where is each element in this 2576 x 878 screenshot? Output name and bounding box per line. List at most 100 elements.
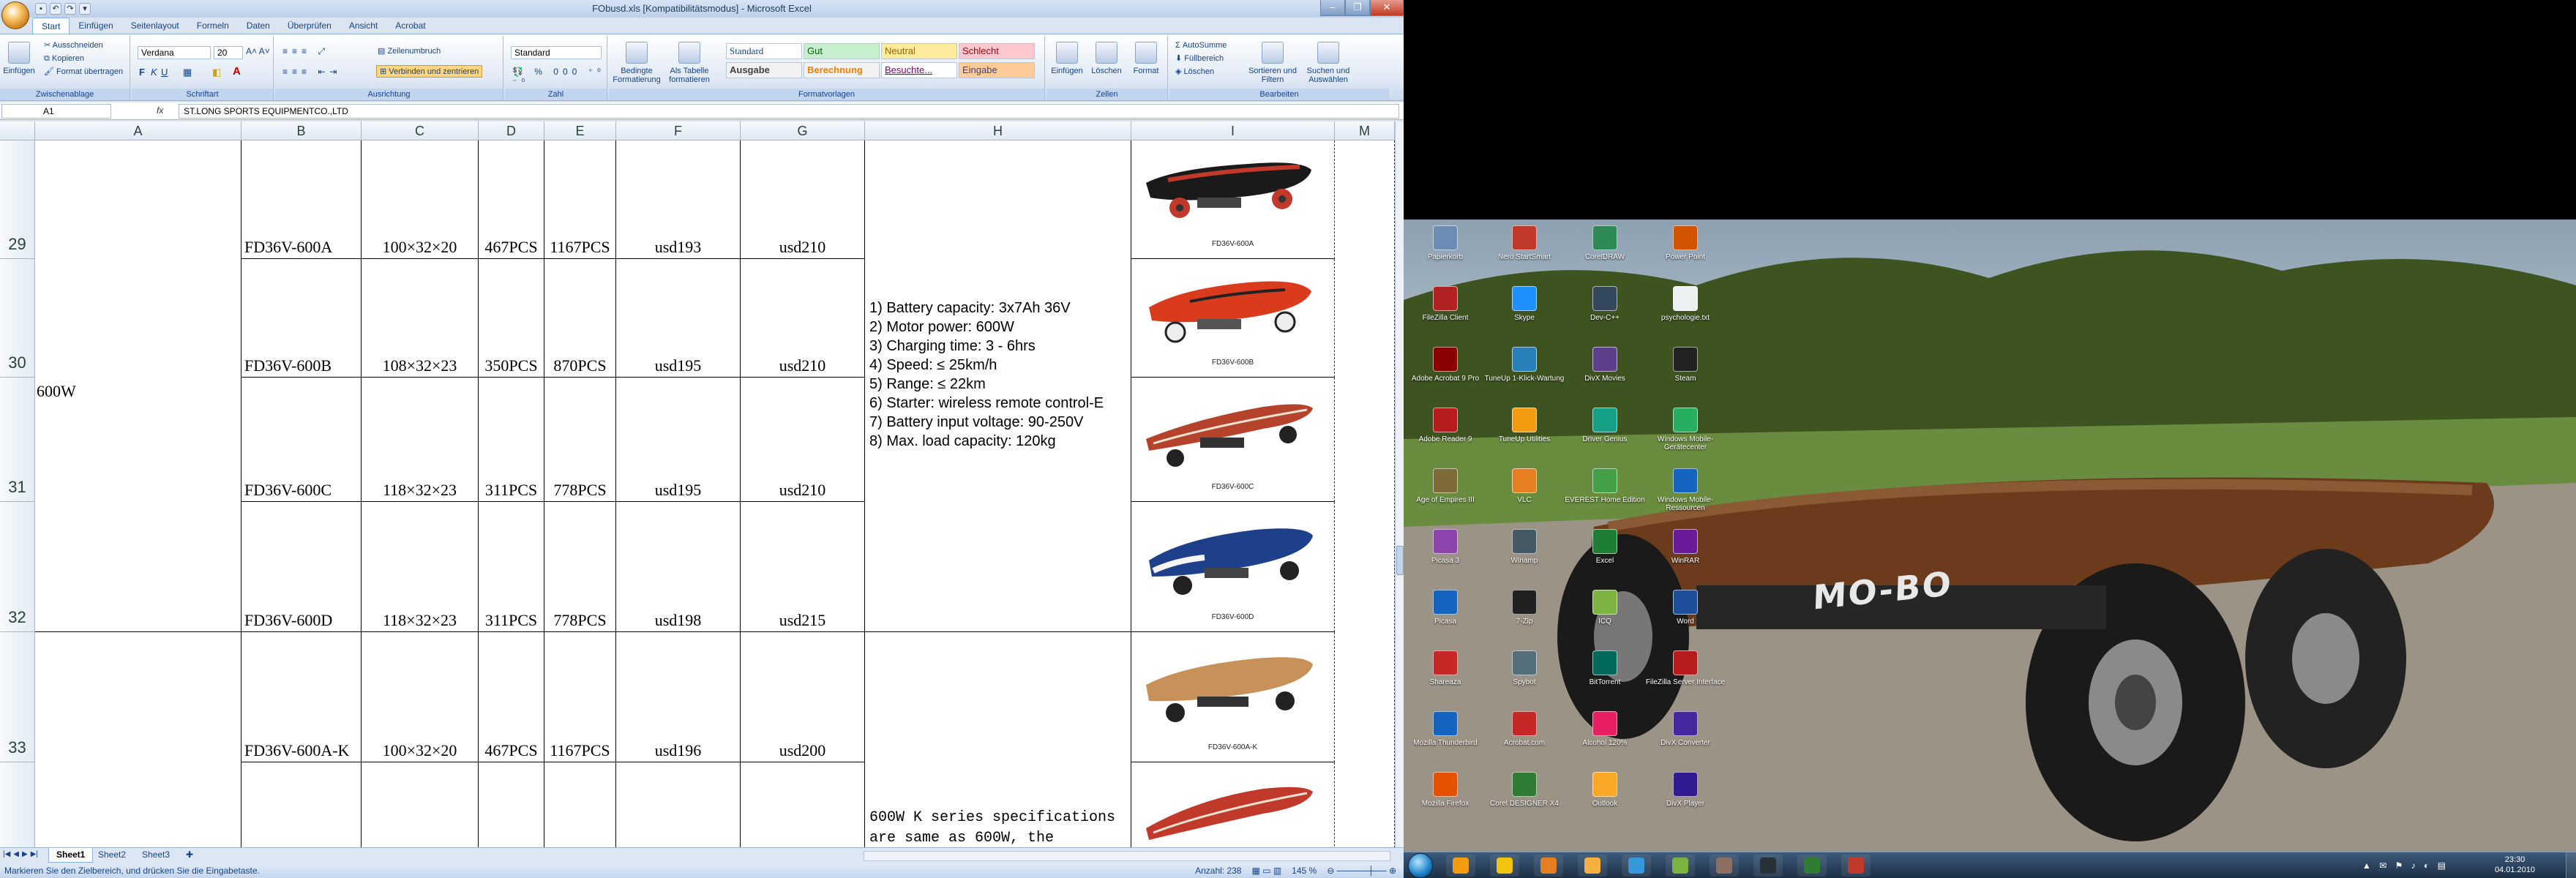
desktop-icon[interactable]: FileZilla Client: [1405, 286, 1486, 322]
cell-size[interactable]: 100×32×20: [362, 632, 479, 762]
cell-a-merged-600w-k[interactable]: [35, 632, 242, 847]
cell-model[interactable]: FD36V-600A-K: [242, 632, 362, 762]
cell-qty1[interactable]: 311PCS: [479, 502, 544, 632]
cell-price1[interactable]: usd196: [616, 632, 741, 762]
desktop-icon[interactable]: Steam: [1645, 347, 1726, 383]
vertical-scroll-thumb[interactable]: [1396, 546, 1404, 575]
zoom-level[interactable]: 145 %: [1292, 863, 1317, 878]
desktop-icon[interactable]: Winamp: [1484, 529, 1565, 565]
desktop-icon[interactable]: Power Point: [1645, 225, 1726, 261]
cell-qty2[interactable]: 778PCS: [544, 378, 616, 502]
tab-einfuegen[interactable]: Einfügen: [70, 18, 121, 34]
cell-size[interactable]: [362, 762, 479, 847]
find-select-button[interactable]: Suchen und Auswählen: [1301, 42, 1355, 84]
format-painter-button[interactable]: 🖌 Format übertragen: [41, 65, 123, 78]
minimize-button[interactable]: –: [1320, 0, 1345, 16]
desktop-icon[interactable]: FileZilla Server Interface: [1645, 650, 1726, 686]
horizontal-align-icons[interactable]: ≡≡≡ ⇤⇥: [282, 67, 341, 77]
row-header-29[interactable]: 29: [0, 140, 35, 259]
desktop-icon[interactable]: Adobe Reader 9: [1405, 408, 1486, 443]
skateboard-image-600a-k[interactable]: FD36V-600A-K: [1131, 632, 1335, 762]
cell-qty2[interactable]: 778PCS: [544, 502, 616, 632]
cell-qty2[interactable]: [544, 762, 616, 847]
show-desktop-button[interactable]: [2566, 852, 2576, 878]
tab-start[interactable]: Start: [32, 18, 70, 34]
cell-price1[interactable]: usd195: [616, 378, 741, 502]
fill-button[interactable]: ⬇ Füllbereich: [1172, 52, 1227, 65]
tray-icons[interactable]: ▲ ✉ ⚑ ♪ ◐ ▤: [2362, 860, 2449, 871]
clock[interactable]: 23:30 04.01.2010: [2495, 855, 2535, 875]
desktop-icon[interactable]: WinRAR: [1645, 529, 1726, 565]
cell-qty1[interactable]: [479, 762, 544, 847]
wrap-text-button[interactable]: ▤ Zeilenumbruch: [378, 46, 441, 56]
taskbar-app[interactable]: [1490, 855, 1519, 877]
desktop-icon[interactable]: Picasa 3: [1405, 529, 1486, 565]
fill-color-icon[interactable]: ◧: [212, 67, 221, 78]
sheet-tab-1[interactable]: Sheet1: [48, 848, 94, 863]
sort-filter-button[interactable]: Sortieren und Filtern: [1246, 42, 1300, 84]
desktop-icon[interactable]: Shareaza: [1405, 650, 1486, 686]
cell-a-merged-600w[interactable]: 600W: [35, 140, 242, 632]
skateboard-image-partial[interactable]: [1131, 762, 1335, 847]
underline-button[interactable]: U: [161, 67, 168, 78]
cell-qty1[interactable]: 467PCS: [479, 140, 544, 259]
column-header-m[interactable]: M: [1335, 121, 1395, 140]
style-ausgabe[interactable]: Ausgabe: [726, 62, 802, 78]
last-sheet-icon[interactable]: ▶|: [31, 850, 38, 858]
desktop-icon[interactable]: Picasa: [1405, 590, 1486, 626]
skateboard-image-600c[interactable]: FD36V-600C: [1131, 378, 1335, 502]
save-icon[interactable]: ▪: [35, 3, 47, 15]
taskbar-app[interactable]: [1622, 855, 1651, 877]
row-header-30[interactable]: 30: [0, 259, 35, 378]
column-header-e[interactable]: E: [544, 121, 616, 140]
grow-font-icon[interactable]: A˄ A˅: [246, 46, 270, 56]
desktop-icon[interactable]: DivX Converter: [1645, 711, 1726, 747]
sheet-tab-2[interactable]: Sheet2: [91, 848, 133, 863]
desktop-icon[interactable]: Acrobat.com: [1484, 711, 1565, 747]
vertical-scrollbar[interactable]: [1395, 121, 1404, 847]
number-format-combo[interactable]: Standard: [511, 46, 602, 59]
style-eingabe[interactable]: Eingabe: [959, 62, 1035, 78]
taskbar-app[interactable]: [1666, 855, 1695, 877]
style-standard[interactable]: Standard: [726, 43, 802, 59]
cell-size[interactable]: 118×32×23: [362, 378, 479, 502]
tab-acrobat[interactable]: Acrobat: [386, 18, 434, 34]
row-header-31[interactable]: 31: [0, 378, 35, 502]
column-header-f[interactable]: F: [616, 121, 741, 140]
desktop-icon[interactable]: DivX Player: [1645, 772, 1726, 808]
cell-qty1[interactable]: 350PCS: [479, 259, 544, 378]
style-neutral[interactable]: Neutral: [881, 43, 957, 59]
desktop-icon[interactable]: Windows Mobile-Ressourcen: [1645, 468, 1726, 512]
fx-icon[interactable]: fx: [157, 104, 174, 119]
column-header-i[interactable]: I: [1131, 121, 1335, 140]
style-schlecht[interactable]: Schlecht: [959, 43, 1035, 59]
row-header-32[interactable]: 32: [0, 502, 35, 632]
border-icon[interactable]: ▦: [183, 67, 192, 78]
cell-price1[interactable]: usd193: [616, 140, 741, 259]
desktop-icon[interactable]: psychologie.txt: [1645, 286, 1726, 322]
delete-cells-button[interactable]: Löschen: [1089, 42, 1124, 75]
desktop-icon[interactable]: 7-Zip: [1484, 590, 1565, 626]
desktop-icon[interactable]: Corel DESIGNER X4: [1484, 772, 1565, 808]
select-all-corner[interactable]: [0, 121, 35, 140]
taskbar-app[interactable]: [1446, 855, 1475, 877]
paste-button[interactable]: Einfügen: [1, 42, 37, 75]
column-header-b[interactable]: B: [242, 121, 362, 140]
desktop-icon[interactable]: EVEREST Home Edition: [1565, 468, 1645, 504]
taskbar-app[interactable]: [1578, 855, 1607, 877]
cell-specifications-k[interactable]: 600W K series specifications are same as…: [865, 632, 1131, 847]
number-format-icons[interactable]: 💱 % 000 ⁺⁰ ⁻⁰: [512, 67, 607, 87]
name-box[interactable]: A1: [1, 104, 111, 119]
desktop-icon[interactable]: Mozilla Firefox: [1405, 772, 1486, 808]
merge-center-button[interactable]: ⊞ Verbinden und zentrieren: [376, 65, 483, 78]
cell-size[interactable]: 108×32×23: [362, 259, 479, 378]
autosum-button[interactable]: Σ AutoSumme: [1172, 39, 1227, 52]
maximize-button[interactable]: ❐: [1345, 0, 1370, 16]
cell-size[interactable]: 118×32×23: [362, 502, 479, 632]
taskbar-app[interactable]: [1710, 855, 1739, 877]
first-sheet-icon[interactable]: |◀: [3, 850, 10, 858]
taskbar-app[interactable]: [1841, 855, 1871, 877]
undo-icon[interactable]: ↶: [50, 3, 61, 15]
clear-button[interactable]: ◈ Löschen: [1172, 65, 1227, 78]
desktop-icon[interactable]: TuneUp 1-Klick-Wartung: [1484, 347, 1565, 383]
